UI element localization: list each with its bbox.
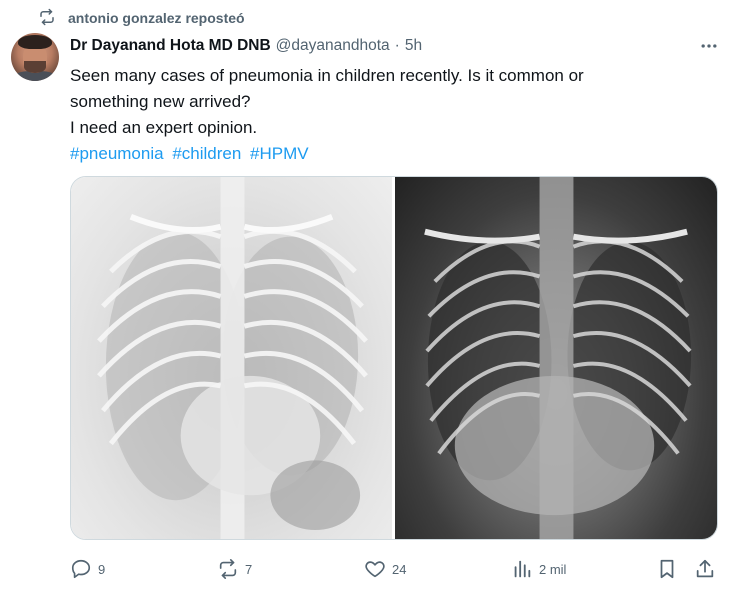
bookmark-button[interactable] xyxy=(656,558,678,580)
share-button[interactable] xyxy=(694,558,716,580)
bookmark-icon xyxy=(660,559,674,579)
heart-icon xyxy=(365,561,385,578)
chest-xray-right-image[interactable] xyxy=(395,177,717,539)
chest-xray-left-image[interactable] xyxy=(71,177,392,539)
views-button[interactable]: 2 mil xyxy=(511,558,566,580)
avatar[interactable] xyxy=(11,33,59,81)
repost-context: antonio gonzalez reposteó xyxy=(38,6,245,30)
view-count: 2 mil xyxy=(539,561,567,577)
hashtag-row: #pneumonia #children #HPMV xyxy=(70,141,710,167)
hashtag-hpmv[interactable]: #HPMV xyxy=(250,144,309,163)
repost-label[interactable]: antonio gonzalez reposteó xyxy=(68,10,245,26)
more-icon xyxy=(701,44,717,48)
media-grid xyxy=(70,176,718,540)
reply-icon xyxy=(71,559,91,579)
more-options-button[interactable] xyxy=(698,37,720,55)
action-bar: 9 7 24 2 mil xyxy=(70,556,720,584)
hashtag-children[interactable]: #children xyxy=(172,144,241,163)
repost-icon xyxy=(219,559,237,579)
tweet-text-line-3: I need an expert opinion. xyxy=(70,118,258,137)
repost-count: 7 xyxy=(245,561,253,577)
tweet-text: Seen many cases of pneumonia in children… xyxy=(70,63,710,167)
tweet-header: Dr Dayanand Hota MD DNB @dayanandhota · … xyxy=(70,35,698,57)
tweet[interactable]: antonio gonzalez reposteó Dr Dayanand Ho… xyxy=(0,0,738,594)
like-button[interactable]: 24 xyxy=(364,558,406,580)
repost-icon xyxy=(38,8,56,29)
tweet-text-line-2: something new arrived? xyxy=(70,92,251,111)
hashtag-pneumonia[interactable]: #pneumonia xyxy=(70,144,164,163)
share-icon xyxy=(696,559,714,578)
analytics-icon xyxy=(514,560,531,578)
timestamp[interactable]: 5h xyxy=(405,37,422,55)
repost-button[interactable]: 7 xyxy=(217,558,252,580)
author-name[interactable]: Dr Dayanand Hota MD DNB xyxy=(70,37,271,55)
tweet-text-line-1: Seen many cases of pneumonia in children… xyxy=(70,66,584,85)
separator-dot: · xyxy=(394,37,400,54)
reply-button[interactable]: 9 xyxy=(70,558,105,580)
like-count: 24 xyxy=(392,561,407,577)
author-handle[interactable]: @dayanandhota xyxy=(276,37,390,55)
reply-count: 9 xyxy=(98,561,106,577)
